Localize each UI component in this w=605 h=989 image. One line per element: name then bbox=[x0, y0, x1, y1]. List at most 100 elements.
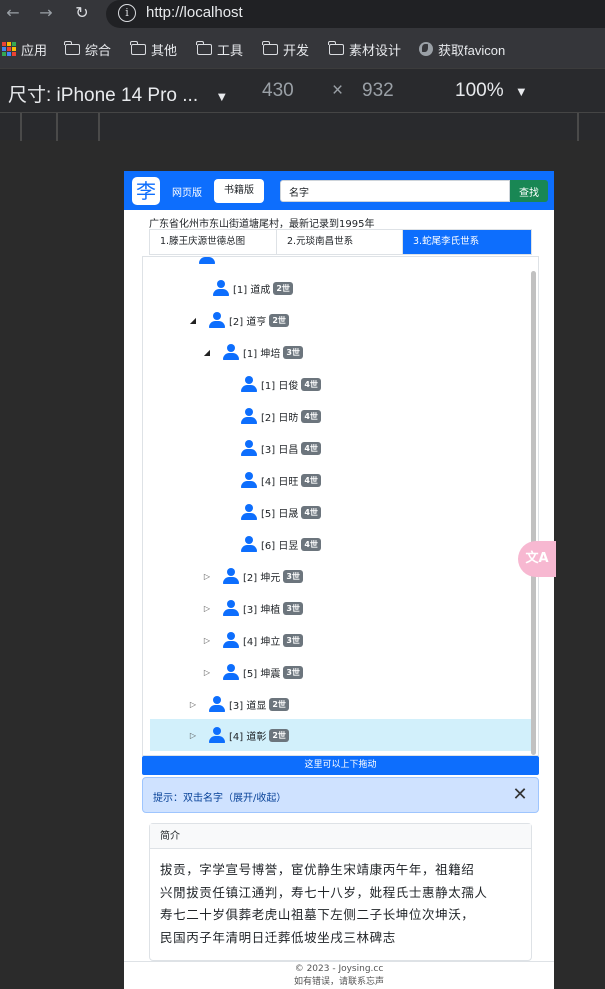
tree-node[interactable]: ▷ [5] 坤震 3世 bbox=[201, 661, 303, 683]
tree-node[interactable]: ▷ [3] 坤植 3世 bbox=[201, 597, 303, 619]
collapsed-caret-icon[interactable]: ▷ bbox=[201, 668, 213, 677]
bookmark-folder[interactable]: 其他 bbox=[130, 40, 178, 58]
person-icon bbox=[241, 376, 257, 392]
tree-node[interactable]: [2] 日昉 4世 bbox=[241, 405, 321, 427]
app-logo[interactable]: 李 bbox=[132, 177, 160, 205]
tree-node[interactable]: ▷ [4] 坤立 3世 bbox=[201, 629, 303, 651]
zoom-select[interactable]: 100% ▼ bbox=[455, 80, 528, 102]
node-name[interactable]: [5] 日晟 bbox=[261, 505, 298, 520]
node-name[interactable]: [1] 道成 bbox=[233, 281, 270, 296]
person-icon bbox=[223, 600, 239, 616]
media-query-ruler bbox=[0, 112, 605, 141]
generation-badge: 2世 bbox=[273, 281, 293, 295]
tree-node[interactable]: ▷ [2] 坤元 3世 bbox=[201, 565, 303, 587]
node-name[interactable]: [2] 日昉 bbox=[261, 409, 298, 424]
person-icon bbox=[241, 504, 257, 520]
tree-node[interactable]: [3] 日昌 4世 bbox=[241, 437, 321, 459]
node-name[interactable]: [3] 道显 bbox=[229, 697, 266, 712]
address-url[interactable]: http://localhost bbox=[146, 4, 243, 21]
tree-node[interactable]: [1] 道成 2世 bbox=[213, 277, 293, 299]
person-icon bbox=[223, 568, 239, 584]
node-name[interactable]: [4] 道彰 bbox=[229, 728, 266, 743]
tab-lineage-2[interactable]: 2.元琰南昌世系 bbox=[277, 230, 403, 254]
bookmark-folder[interactable]: 开发 bbox=[262, 40, 309, 58]
bookmark-label: 应用 bbox=[21, 42, 48, 58]
person-icon bbox=[209, 727, 225, 743]
tree-node[interactable]: [1] 日俊 4世 bbox=[241, 373, 321, 395]
collapsed-caret-icon[interactable]: ▷ bbox=[201, 572, 213, 581]
tree-node-selected[interactable]: ▷ [4] 道彰 2世 bbox=[150, 719, 531, 751]
hint-text: 提示：双击名字（展开/收起） bbox=[153, 793, 287, 804]
tab-lineage-3[interactable]: 3.蛇尾李氏世系 bbox=[403, 230, 531, 254]
bookmark-favicon[interactable]: 获取favicon bbox=[419, 40, 505, 58]
node-name[interactable]: [6] 日昱 bbox=[261, 537, 298, 552]
person-icon bbox=[223, 632, 239, 648]
web-mode-link[interactable]: 网页版 bbox=[172, 184, 202, 199]
generation-badge: 4世 bbox=[301, 441, 321, 455]
tab-lineage-1[interactable]: 1.滕王庆源世德总图 bbox=[150, 230, 277, 254]
expanded-caret-icon[interactable]: ◢ bbox=[201, 348, 213, 357]
bookmark-apps[interactable]: 应用 bbox=[2, 40, 47, 58]
book-mode-button[interactable]: 书籍版 bbox=[214, 179, 264, 203]
back-arrow-icon[interactable]: ← bbox=[3, 3, 23, 23]
node-name[interactable]: [4] 日旺 bbox=[261, 473, 298, 488]
bookmark-label: 其他 bbox=[151, 42, 178, 58]
address-bar[interactable]: i http://localhost bbox=[106, 0, 605, 28]
site-info-icon[interactable]: i bbox=[118, 4, 136, 22]
node-name[interactable]: [3] 日昌 bbox=[261, 441, 298, 456]
bookmark-label: 素材设计 bbox=[349, 42, 402, 58]
apps-grid-icon bbox=[2, 42, 16, 56]
caret-down-icon: ▼ bbox=[215, 89, 229, 104]
tree-node[interactable]: [6] 日昱 4世 bbox=[241, 533, 321, 555]
node-name[interactable]: [5] 坤震 bbox=[243, 665, 280, 680]
generation-badge: 3世 bbox=[283, 633, 303, 647]
person-icon bbox=[241, 408, 257, 424]
family-tree[interactable]: [1] 道成 2世 ◢ [2] 道亨 2世 ◢ [1] 坤培 3世 [1] 日俊… bbox=[142, 256, 539, 756]
folder-icon bbox=[64, 40, 80, 55]
bookmark-folder[interactable]: 综合 bbox=[64, 40, 111, 58]
bookmark-folder[interactable]: 素材设计 bbox=[328, 40, 402, 58]
collapsed-caret-icon[interactable]: ▷ bbox=[201, 636, 213, 645]
reload-icon[interactable]: ↻ bbox=[72, 3, 92, 23]
name-search-input[interactable] bbox=[280, 180, 510, 202]
node-name[interactable]: [1] 日俊 bbox=[261, 377, 298, 392]
intro-body: 拔贡，字学宣号博誉，宦优静生宋靖康丙午年，祖籍绍 兴閒拔贡任镇江通判，寿七十八岁… bbox=[150, 849, 531, 959]
drag-resize-handle[interactable]: 这里可以上下拖动 bbox=[142, 756, 539, 775]
height-input[interactable]: 932 bbox=[362, 80, 394, 102]
tree-node[interactable]: ▷ [3] 道显 2世 bbox=[187, 693, 289, 715]
close-icon[interactable]: ✕ bbox=[510, 784, 530, 806]
tree-node[interactable] bbox=[199, 257, 219, 267]
intro-title: 简介 bbox=[150, 824, 531, 849]
width-input[interactable]: 430 bbox=[262, 80, 294, 102]
node-name[interactable]: [1] 坤培 bbox=[243, 345, 280, 360]
forward-arrow-icon[interactable]: → bbox=[36, 3, 56, 23]
translate-icon[interactable]: 文A bbox=[518, 541, 556, 577]
bookmark-folder[interactable]: 工具 bbox=[196, 40, 243, 58]
tree-node[interactable]: [4] 日旺 4世 bbox=[241, 469, 321, 491]
generation-badge: 3世 bbox=[283, 601, 303, 615]
tree-node[interactable]: ◢ [1] 坤培 3世 bbox=[201, 341, 303, 363]
node-name[interactable]: [4] 坤立 bbox=[243, 633, 280, 648]
expanded-caret-icon[interactable]: ◢ bbox=[187, 316, 199, 325]
person-icon bbox=[199, 257, 215, 264]
generation-badge: 4世 bbox=[301, 377, 321, 391]
node-name[interactable]: [3] 坤植 bbox=[243, 601, 280, 616]
tree-node[interactable]: ◢ [2] 道亨 2世 bbox=[187, 309, 289, 331]
tree-node[interactable]: [5] 日晟 4世 bbox=[241, 501, 321, 523]
person-icon bbox=[213, 280, 229, 296]
node-name[interactable]: [2] 道亨 bbox=[229, 313, 266, 328]
folder-icon bbox=[328, 40, 344, 55]
times-symbol: × bbox=[332, 80, 344, 101]
collapsed-caret-icon[interactable]: ▷ bbox=[187, 731, 199, 740]
generation-badge: 4世 bbox=[301, 505, 321, 519]
device-select[interactable]: 尺寸: iPhone 14 Pro ... ▼ bbox=[8, 80, 228, 107]
collapsed-caret-icon[interactable]: ▷ bbox=[201, 604, 213, 613]
person-icon bbox=[209, 312, 225, 328]
generation-badge: 4世 bbox=[301, 537, 321, 551]
collapsed-caret-icon[interactable]: ▷ bbox=[187, 700, 199, 709]
contact-note[interactable]: 如有错误，请联系忘声 bbox=[124, 976, 554, 989]
search-button[interactable]: 查找 bbox=[510, 180, 548, 202]
person-icon bbox=[223, 664, 239, 680]
node-name[interactable]: [2] 坤元 bbox=[243, 569, 280, 584]
tree-scrollbar[interactable] bbox=[531, 271, 536, 755]
